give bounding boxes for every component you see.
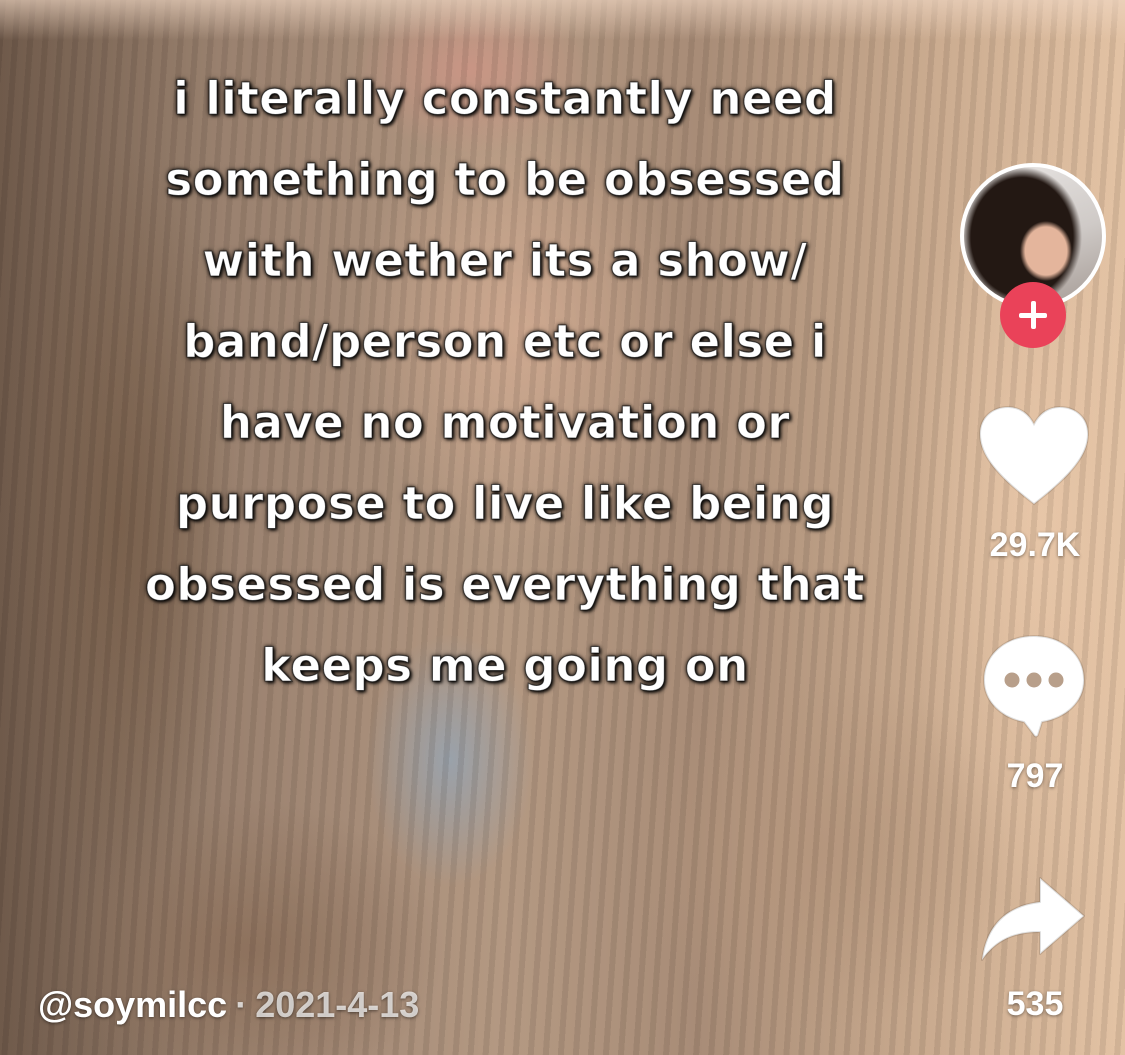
plus-icon <box>1019 301 1047 329</box>
share-count: 535 <box>1006 985 1064 1023</box>
caption-line: purpose to live like being <box>175 477 835 531</box>
post-date: 2021-4-13 <box>255 984 420 1025</box>
comment-count: 797 <box>1006 757 1064 795</box>
video-highlight <box>0 0 1125 40</box>
video-caption-overlay: i literally constantly need something to… <box>90 58 920 706</box>
share-arrow-icon <box>981 877 1085 961</box>
caption-line: i literally constantly need <box>173 72 837 126</box>
caption-line: keeps me going on <box>261 639 749 693</box>
comment-button[interactable] <box>980 632 1088 738</box>
caption-line: have no motivation or <box>219 396 791 450</box>
like-button[interactable] <box>977 404 1091 510</box>
like-count: 29.7K <box>989 526 1081 564</box>
share-button[interactable] <box>978 874 1088 966</box>
caption-line: obsessed is everything that <box>145 558 866 612</box>
follow-button[interactable] <box>1000 282 1066 348</box>
caption-line: band/person etc or else i <box>183 315 827 369</box>
meta-separator: · <box>235 984 248 1025</box>
caption-line: with wether its a show/ <box>202 234 808 288</box>
creator-username[interactable]: @soymilcc <box>38 984 227 1025</box>
post-meta: @soymilcc · 2021-4-13 <box>38 984 419 1026</box>
heart-icon <box>978 405 1090 506</box>
video-post-screen: i literally constantly need something to… <box>0 0 1125 1055</box>
comment-bubble-icon <box>982 634 1086 738</box>
caption-line: something to be obsessed <box>165 153 845 207</box>
